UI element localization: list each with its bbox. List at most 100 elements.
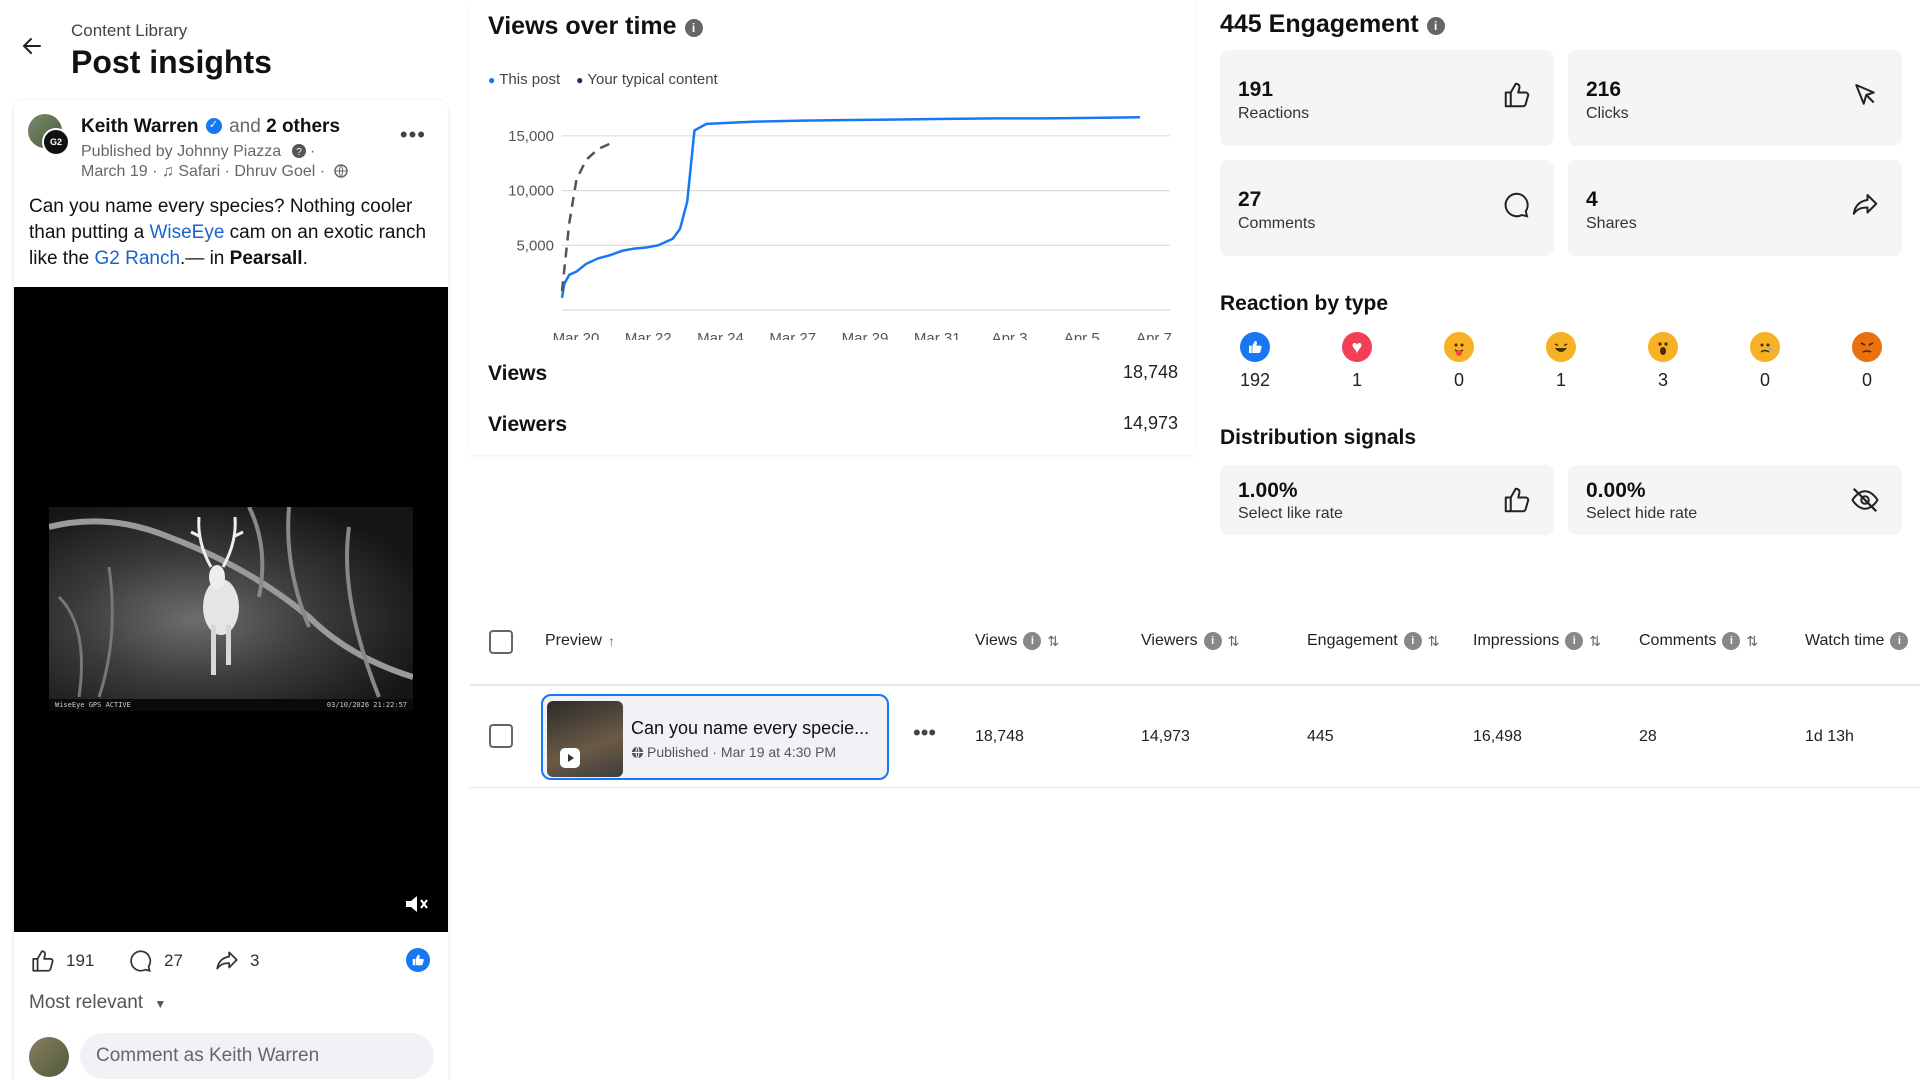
table-header: Preview ↑ Views i ⇅ Viewers i ⇅ Engagement i ⇅… [470,600,1920,686]
comments-count: 27 [1238,188,1262,211]
care-reaction-icon [1444,332,1474,362]
post-actions-bar: 191 27 3 [14,938,448,988]
page-logo-icon: G2 [42,128,70,156]
shares-count: 4 [1586,188,1598,211]
sort-icon[interactable]: ⇅ [1589,633,1601,650]
cell-viewers: 14,973 [1141,728,1190,745]
globe-icon [333,164,348,178]
views-label: Views [488,362,548,385]
help-icon: ? [291,144,306,158]
comment-count: 27 [164,951,183,970]
hide-rate-value: 0.00% [1586,479,1646,502]
info-icon[interactable]: i [1426,17,1445,35]
like-count: 191 [66,951,95,970]
x-tick-label: Mar 29 [842,330,889,340]
row-checkbox[interactable] [489,724,513,748]
legend-this-post: This post [488,71,560,88]
engagement-title: 445 Engagement i [1220,10,1445,39]
viewers-label: Viewers [488,413,568,436]
views-over-time-panel: Views over time i This post Your typical … [470,0,1196,455]
mute-button[interactable] [402,890,430,918]
page-title: Post insights [71,44,272,80]
post-preview-subtitle: Published · Mar 19 at 4:30 PM [631,744,836,760]
post-thumbnail [547,701,623,777]
info-icon[interactable]: i [1565,632,1584,650]
reaction-haha: 1 [1531,332,1591,391]
like-rate-label: Select like rate [1238,505,1343,522]
column-views[interactable]: Views i ⇅ [975,632,1059,650]
comment-icon [1504,192,1529,218]
comment-input[interactable] [80,1033,434,1079]
share-action[interactable]: 3 [214,948,259,974]
comment-sort-dropdown[interactable]: Most relevant ▼ [29,992,166,1014]
comments-tile[interactable]: 27 Comments [1220,160,1554,256]
author-avatar[interactable]: G2 [28,114,72,158]
like-action[interactable]: 191 [30,948,94,974]
column-preview[interactable]: Preview ↑ [545,632,615,650]
info-icon[interactable]: i [684,19,703,37]
column-engagement[interactable]: Engagement i ⇅ [1307,632,1439,650]
column-impressions[interactable]: Impressions i ⇅ [1473,632,1601,650]
reaction-sad: 0 [1735,332,1795,391]
comment-icon [130,950,152,972]
shares-tile[interactable]: 4 Shares [1568,160,1902,256]
info-icon[interactable]: i [1722,632,1741,650]
sort-icon[interactable]: ⇅ [1746,633,1758,650]
place-link[interactable]: Pearsall [230,248,303,269]
post-metrics-table: Preview ↑ Views i ⇅ Viewers i ⇅ Engagement i ⇅… [470,600,1920,1080]
share-icon [216,951,238,970]
thumbs-up-icon [32,950,54,972]
reactions-tile[interactable]: 191 Reactions [1220,50,1554,146]
column-viewers[interactable]: Viewers i ⇅ [1141,632,1239,650]
post-meta: March 19 · ♫ Safari · Dhruv Goel · [81,163,348,181]
row-more-options-button[interactable]: ••• [913,720,936,746]
thumbs-up-icon [412,954,424,966]
reaction-love: ♥ 1 [1327,332,1387,391]
reactions-count: 191 [1238,78,1274,101]
info-icon[interactable]: i [1403,632,1422,650]
y-tick-label: 10,000 [508,183,554,200]
info-icon[interactable]: i [1203,632,1222,650]
column-label: Viewers [1141,632,1198,649]
sort-icon[interactable]: ⇅ [1428,633,1440,650]
sort-icon[interactable]: ⇅ [1047,633,1059,650]
angry-reaction-icon [1852,332,1882,362]
author-name[interactable]: Keith Warren [81,116,199,137]
reel-icon [560,748,580,768]
cell-impressions: 16,498 [1473,728,1522,745]
co-authors-link[interactable]: 2 others [266,116,340,137]
engagement-title-text: 445 Engagement [1220,10,1419,38]
select-hide-rate-tile[interactable]: 0.00% Select hide rate [1568,465,1902,535]
info-icon[interactable]: i [1890,632,1909,650]
globe-icon [631,746,644,759]
back-button[interactable] [16,30,48,62]
hide-rate-label: Select hide rate [1586,505,1698,522]
breadcrumb[interactable]: Content Library [71,21,187,41]
column-comments[interactable]: Comments i ⇅ [1639,632,1758,650]
like-reaction-icon [1240,332,1270,362]
column-label: Engagement [1307,632,1398,649]
post-more-options-button[interactable]: ••• [400,122,426,148]
sort-asc-icon: ↑ [607,633,615,649]
video-player[interactable]: WiseEye GPS ACTIVE 03/10/2026 21:22:57 [14,287,448,932]
column-watch-time[interactable]: Watch time i [1805,632,1909,650]
select-all-checkbox[interactable] [489,630,513,654]
like-reaction-badge [406,948,430,972]
shares-label: Shares [1586,215,1637,232]
deer-silhouette-icon [49,507,413,698]
svg-text:?: ? [296,147,302,158]
column-label: Comments [1639,632,1717,649]
y-tick-label: 5,000 [516,237,554,254]
post-preview-card[interactable]: Can you name every specie... Published ·… [541,694,889,780]
avatar[interactable] [29,1037,69,1077]
wiseeye-link[interactable]: WiseEye [149,222,224,243]
info-icon[interactable]: i [1023,632,1042,650]
select-like-rate-tile[interactable]: 1.00% Select like rate [1220,465,1554,535]
post-preview-title: Can you name every specie... [631,718,870,738]
column-label: Watch time [1805,632,1885,649]
sort-icon[interactable]: ⇅ [1228,633,1240,650]
comment-action[interactable]: 27 [128,948,183,974]
table-row[interactable]: Can you name every specie... Published ·… [470,688,1920,788]
clicks-tile[interactable]: 216 Clicks [1568,50,1902,146]
g2-ranch-link[interactable]: G2 Ranch [94,248,180,269]
